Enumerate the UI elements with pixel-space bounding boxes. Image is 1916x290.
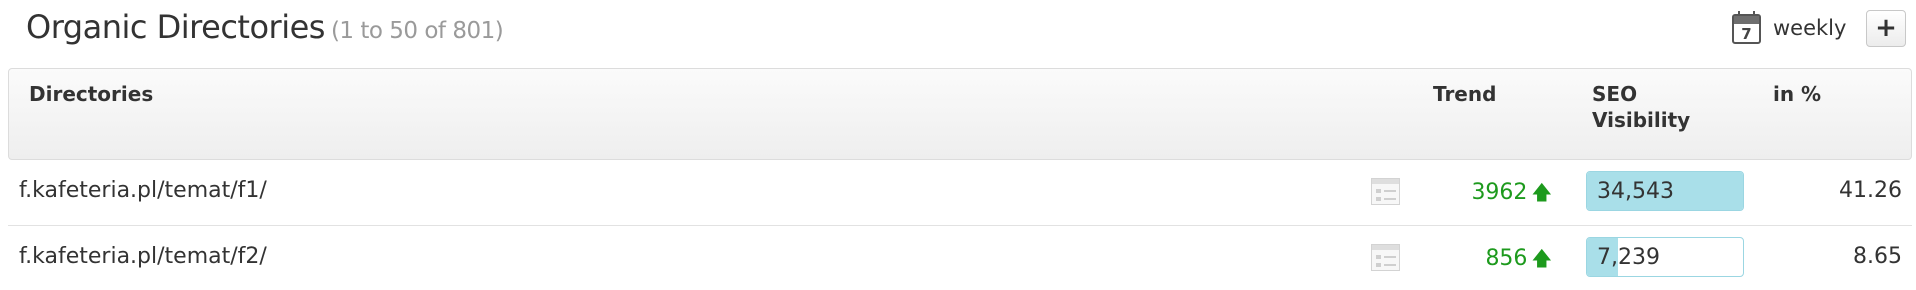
- table-header: Directories Trend SEO Visibility in %: [8, 68, 1912, 160]
- directory-link[interactable]: f.kafeteria.pl/temat/f1/: [19, 178, 267, 203]
- add-button[interactable]: +: [1866, 10, 1906, 47]
- directories-table: Directories Trend SEO Visibility in % f.…: [8, 68, 1912, 290]
- trend-number: 3962: [1471, 180, 1528, 205]
- details-icon-line: [1384, 264, 1396, 266]
- details-icon-line: [1384, 256, 1396, 258]
- column-header-directories[interactable]: Directories: [29, 81, 153, 107]
- seo-visibility-bar: 34,543: [1586, 171, 1744, 211]
- table-row: f.kafeteria.pl/temat/f1/ 3962 🡅 34,543 41…: [8, 160, 1912, 226]
- seo-visibility-bar: 7,239: [1586, 237, 1744, 277]
- percent-value: 41.26: [1839, 178, 1902, 203]
- section-header: Organic Directories (1 to 50 of 801) 7 we…: [0, 0, 1916, 62]
- details-icon-square: [1376, 255, 1381, 259]
- arrow-up-icon: 🡅: [1531, 246, 1552, 270]
- page-title: Organic Directories: [26, 8, 325, 46]
- details-icon-square: [1376, 189, 1381, 193]
- interval-selector[interactable]: weekly: [1773, 16, 1846, 40]
- column-header-seo-visibility[interactable]: SEO Visibility: [1592, 81, 1732, 133]
- column-header-percent[interactable]: in %: [1773, 81, 1821, 107]
- percent-value: 8.65: [1853, 244, 1902, 269]
- calendar-icon[interactable]: 7: [1732, 11, 1761, 44]
- details-icon-square: [1376, 263, 1381, 267]
- table-row: f.kafeteria.pl/temat/f2/ 856 🡅 7,239 8.65: [8, 226, 1912, 290]
- details-icon-header: [1372, 179, 1399, 184]
- details-icon[interactable]: [1371, 244, 1400, 271]
- seo-visibility-value: 34,543: [1597, 179, 1674, 204]
- trend-value: 3962 🡅: [1471, 178, 1552, 212]
- trend-value: 856 🡅: [1485, 244, 1552, 278]
- result-range: (1 to 50 of 801): [330, 18, 504, 44]
- details-icon-square: [1376, 197, 1381, 201]
- details-icon[interactable]: [1371, 178, 1400, 205]
- details-icon-line: [1384, 190, 1396, 192]
- section-title: Organic Directories (1 to 50 of 801): [26, 8, 504, 46]
- details-icon-line: [1384, 198, 1396, 200]
- directory-link[interactable]: f.kafeteria.pl/temat/f2/: [19, 244, 267, 269]
- seo-visibility-value: 7,239: [1597, 245, 1660, 270]
- details-icon-header: [1372, 245, 1399, 250]
- calendar-number: 7: [1741, 25, 1752, 43]
- trend-number: 856: [1485, 246, 1528, 271]
- arrow-up-icon: 🡅: [1531, 180, 1552, 204]
- column-header-trend[interactable]: Trend: [1433, 81, 1496, 107]
- calendar-bar: [1734, 16, 1759, 24]
